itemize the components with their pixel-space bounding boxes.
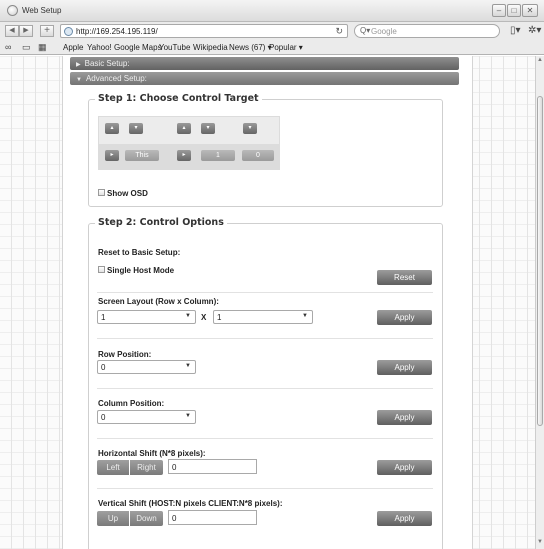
target-dropdown-3-button[interactable]: ▾	[243, 123, 257, 134]
globe-icon	[64, 27, 73, 36]
bookmark-wikipedia[interactable]: Wikipedia	[193, 43, 228, 52]
target-up-left-button[interactable]: ▴	[105, 123, 119, 134]
bookmark-popular[interactable]: Popular ▾	[269, 43, 303, 52]
basic-setup-header[interactable]: ▶ Basic Setup:	[70, 57, 459, 70]
bookmark-apple[interactable]: Apple	[63, 43, 83, 52]
layout-times-label: X	[201, 313, 207, 322]
bookmark-news[interactable]: News (67) ▾	[229, 43, 272, 52]
browser-toolbar: ◀ ▶ + http://169.254.195.119/ ↻ Q▾ Googl…	[0, 22, 544, 40]
target-col-value[interactable]: 0	[242, 150, 274, 161]
target-left-button[interactable]: ▸	[105, 150, 119, 161]
search-input[interactable]: Q▾ Google	[354, 24, 500, 38]
show-osd-label: Show OSD	[107, 189, 148, 198]
target-right-button[interactable]: ▸	[177, 150, 191, 161]
target-up-button[interactable]: ▴	[177, 123, 191, 134]
bookmark-youtube[interactable]: YouTube	[159, 43, 190, 52]
chevron-down-icon: ▼	[185, 363, 191, 369]
scroll-down-arrow-icon[interactable]: ▼	[537, 539, 543, 545]
reset-heading: Reset to Basic Setup:	[98, 248, 181, 257]
step1-title: Step 1: Choose Control Target	[95, 93, 262, 104]
single-host-label: Single Host Mode	[107, 266, 175, 275]
row-position-label: Row Position:	[98, 350, 152, 359]
bookmark-google-maps[interactable]: Google Maps	[114, 43, 162, 52]
close-button[interactable]: ✕	[522, 4, 538, 17]
chevron-down-icon: ▼	[185, 313, 191, 319]
address-url: http://169.254.195.119/	[76, 27, 158, 36]
search-placeholder: Google	[371, 27, 397, 36]
top-sites-icon[interactable]: ▦	[38, 42, 47, 53]
gear-icon[interactable]: ✲▾	[528, 25, 541, 36]
shift-up-button[interactable]: Up	[97, 511, 129, 526]
back-button[interactable]: ◀	[5, 25, 19, 37]
target-row-value[interactable]: 1	[201, 150, 235, 161]
target-dropdown-2-button[interactable]: ▾	[201, 123, 215, 134]
new-tab-button[interactable]: +	[40, 25, 54, 37]
vertical-shift-input[interactable]: 0	[168, 510, 257, 525]
scroll-up-arrow-icon[interactable]: ▲	[537, 57, 543, 63]
chevron-down-icon: ▼	[185, 413, 191, 419]
search-icon: Q▾	[360, 26, 371, 35]
screen-layout-label: Screen Layout (Row x Column):	[98, 297, 219, 306]
show-osd-checkbox[interactable]	[98, 189, 105, 196]
shift-down-button[interactable]: Down	[130, 511, 163, 526]
column-position-apply-button[interactable]: Apply	[377, 410, 432, 425]
shift-left-button[interactable]: Left	[97, 460, 129, 475]
bookmarks-bar: ∞ ▭ ▦ Apple Yahoo! Google Maps YouTube W…	[0, 40, 544, 55]
column-position-select[interactable]: 0 ▼	[97, 410, 196, 424]
step2-title: Step 2: Control Options	[95, 217, 227, 228]
row-position-apply-button[interactable]: Apply	[377, 360, 432, 375]
screen-layout-cols-select[interactable]: 1 ▼	[213, 310, 313, 324]
maximize-button[interactable]: □	[507, 4, 521, 17]
chevron-down-icon: ▼	[76, 77, 82, 83]
window-title-bar: Web Setup – □ ✕	[0, 0, 544, 22]
window-title: Web Setup	[22, 6, 62, 15]
browser-app-icon	[7, 5, 18, 16]
page-menu-icon[interactable]: ▯▾	[510, 25, 521, 36]
screen-layout-apply-button[interactable]: Apply	[377, 310, 432, 325]
target-dropdown-button[interactable]: ▾	[129, 123, 143, 134]
scrollbar-thumb[interactable]	[537, 96, 543, 426]
single-host-checkbox[interactable]	[98, 266, 105, 273]
advanced-setup-header[interactable]: ▼ Advanced Setup:	[70, 72, 459, 85]
chevron-down-icon: ▼	[302, 313, 308, 319]
vertical-scrollbar[interactable]: ▲ ▼	[535, 56, 544, 549]
horizontal-shift-apply-button[interactable]: Apply	[377, 460, 432, 475]
row-position-select[interactable]: 0 ▼	[97, 360, 196, 374]
horizontal-shift-input[interactable]: 0	[168, 459, 257, 474]
horizontal-shift-label: Horizontal Shift (N*8 pixels):	[98, 449, 206, 458]
shift-right-button[interactable]: Right	[130, 460, 163, 475]
reading-glasses-icon[interactable]: ∞	[5, 42, 11, 52]
reload-icon[interactable]: ↻	[335, 26, 343, 37]
column-position-label: Column Position:	[98, 399, 165, 408]
chevron-right-icon: ▶	[76, 62, 81, 68]
bookmark-yahoo[interactable]: Yahoo!	[87, 43, 112, 52]
address-bar[interactable]: http://169.254.195.119/ ↻	[60, 24, 348, 38]
reset-button[interactable]: Reset	[377, 270, 432, 285]
vertical-shift-apply-button[interactable]: Apply	[377, 511, 432, 526]
bookmarks-book-icon[interactable]: ▭	[22, 42, 31, 53]
forward-button[interactable]: ▶	[19, 25, 33, 37]
target-this-button[interactable]: This	[125, 150, 159, 161]
screen-layout-rows-select[interactable]: 1 ▼	[97, 310, 196, 324]
vertical-shift-label: Vertical Shift (HOST:N pixels CLIENT:N*8…	[98, 499, 283, 508]
minimize-button[interactable]: –	[492, 4, 506, 17]
